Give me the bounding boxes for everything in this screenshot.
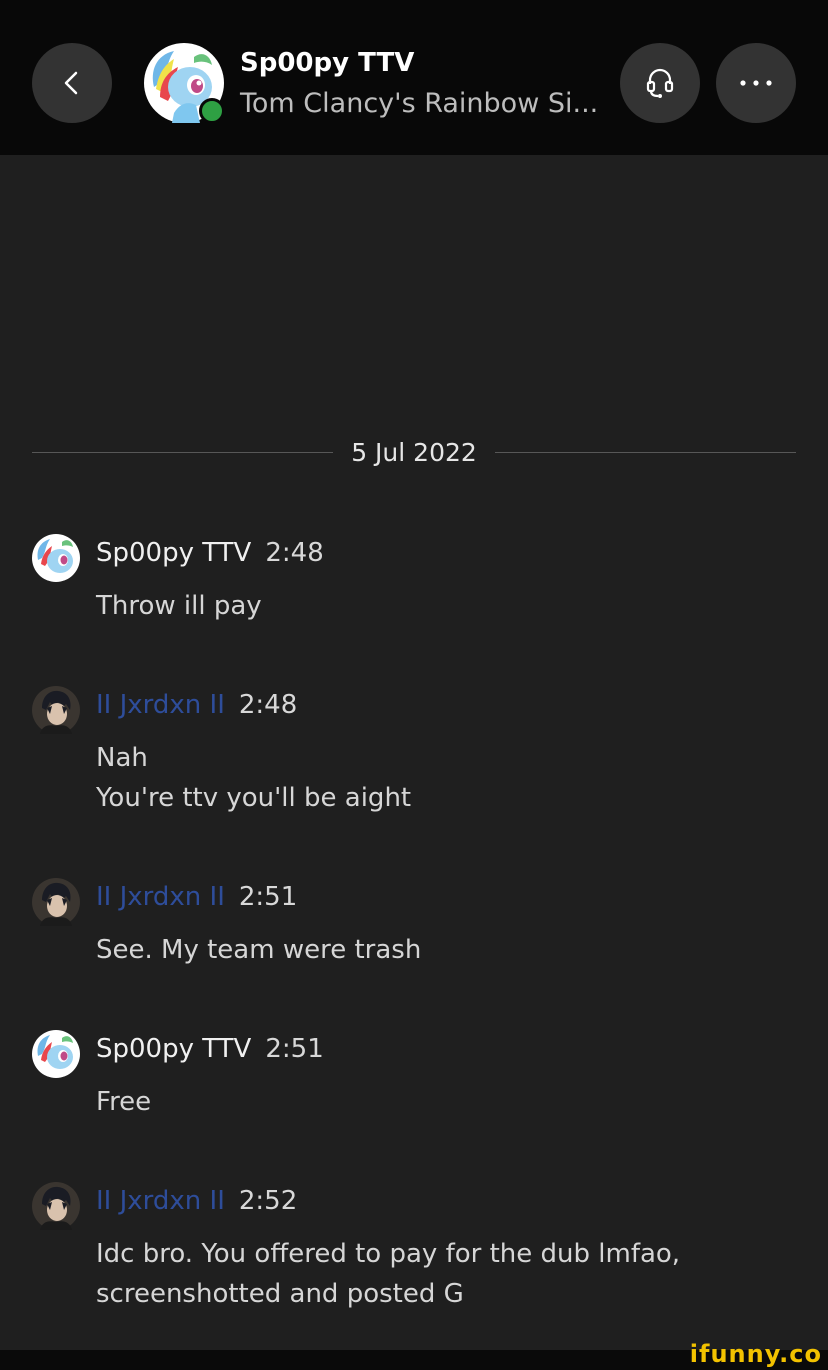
message-line: Nah [96,743,148,773]
message-header: Sp00py TTV 2:48 [96,538,324,568]
chat-header: Sp00py TTV Tom Clancy's Rainbow Si... [0,0,828,155]
more-options-button[interactable] [716,43,796,123]
anime-avatar[interactable] [32,1182,80,1230]
author-name[interactable]: II Jxrdxn II [96,690,225,720]
message-line: See. My team were trash [96,935,422,965]
author-name[interactable]: II Jxrdxn II [96,1186,225,1216]
message-text: Nah You're ttv you'll be aight [96,738,786,818]
chevron-left-icon [64,71,78,95]
message-header: Sp00py TTV 2:51 [96,1034,324,1064]
author-name[interactable]: II Jxrdxn II [96,882,225,912]
author-name[interactable]: Sp00py TTV [96,538,251,568]
message-header: II Jxrdxn II 2:48 [96,690,297,720]
message-line: You're ttv you'll be aight [96,783,412,813]
message-header: II Jxrdxn II 2:52 [96,1186,297,1216]
divider-line [494,451,796,453]
message-text: See. My team were trash [96,930,786,970]
message-time: 2:48 [265,538,324,568]
watermark: ifunny.co [689,1340,822,1368]
message-header: II Jxrdxn II 2:51 [96,882,297,912]
message-text: Idc bro. You offered to pay for the dub … [96,1234,786,1314]
message-time: 2:51 [265,1034,324,1064]
more-icon [740,80,772,86]
divider-line [32,451,334,453]
anime-avatar[interactable] [32,686,80,734]
message-time: 2:52 [238,1186,298,1216]
party-chat-button[interactable] [620,43,700,123]
message-time: 2:51 [238,882,298,912]
chat-title: Sp00py TTV [240,48,415,78]
message-text: Throw ill pay [96,586,786,626]
anime-avatar[interactable] [32,878,80,926]
author-name[interactable]: Sp00py TTV [96,1034,251,1064]
pony-avatar[interactable] [32,534,80,582]
message-line: screenshotted and posted G [96,1279,464,1309]
message-line: Free [96,1087,152,1117]
message-text: Free [96,1082,786,1122]
online-status-dot [199,98,225,124]
message-line: Throw ill pay [96,591,262,621]
back-button[interactable] [32,43,112,123]
date-separator: 5 Jul 2022 [32,432,796,472]
message-time: 2:48 [238,690,298,720]
date-label: 5 Jul 2022 [351,437,477,467]
pony-avatar[interactable] [32,1030,80,1078]
chat-subtitle: Tom Clancy's Rainbow Si... [240,88,599,119]
headset-icon [646,68,674,98]
message-line: Idc bro. You offered to pay for the dub … [96,1239,681,1269]
